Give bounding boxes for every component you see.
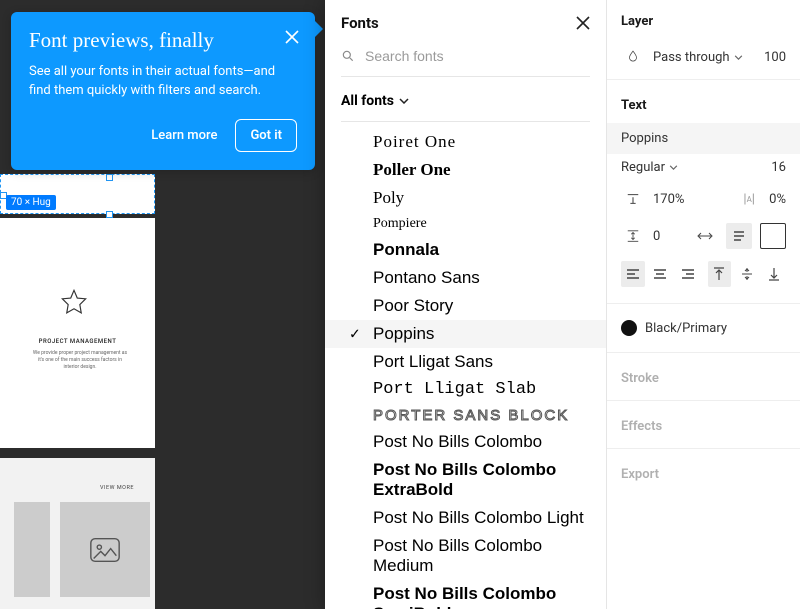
fonts-panel: Fonts All fonts Poiret OnePoller OnePoly…: [325, 0, 606, 609]
font-item[interactable]: Port Lligat Sans: [325, 348, 606, 376]
export-section-title[interactable]: Export: [607, 453, 800, 492]
font-list[interactable]: Poiret OnePoller OnePolyPompierePonnalaP…: [325, 122, 606, 609]
learn-more-link[interactable]: Learn more: [151, 128, 217, 143]
fill-color-name: Black/Primary: [645, 321, 727, 336]
auto-height-button[interactable]: [726, 223, 752, 249]
font-weight-dropdown[interactable]: Regular: [621, 160, 678, 175]
font-filter-dropdown[interactable]: All fonts: [341, 93, 590, 122]
search-fonts-input[interactable]: [365, 48, 590, 64]
chevron-down-icon: [734, 55, 743, 60]
paragraph-spacing-icon: [621, 224, 645, 248]
blend-mode-icon: [621, 45, 645, 69]
font-item[interactable]: Pontano Sans: [325, 264, 606, 292]
font-item[interactable]: Pompiere: [325, 212, 606, 236]
chevron-down-icon: [399, 98, 409, 104]
tooltip-title: Font previews, finally: [29, 28, 297, 53]
font-item[interactable]: Poor Story: [325, 292, 606, 320]
font-item[interactable]: Post No Bills Colombo Medium: [325, 532, 606, 580]
image-card[interactable]: [60, 502, 150, 597]
fixed-size-button[interactable]: [760, 223, 786, 249]
stroke-section-title[interactable]: Stroke: [607, 357, 800, 396]
font-item[interactable]: Post No Bills Colombo Light: [325, 504, 606, 532]
search-icon: [341, 49, 355, 63]
font-item[interactable]: Poppins✓: [325, 320, 606, 348]
filter-label: All fonts: [341, 93, 394, 109]
line-height-input[interactable]: 170%: [653, 192, 684, 207]
font-weight-value: Regular: [621, 160, 665, 175]
feature-tooltip: Font previews, finally See all your font…: [11, 12, 315, 170]
selection-dimensions: 70 × Hug: [6, 195, 56, 210]
blend-mode-dropdown[interactable]: Pass through: [653, 50, 743, 65]
vertical-align-bottom-button[interactable]: [763, 261, 787, 287]
tooltip-arrow: [313, 19, 323, 39]
canvas-text-body: We provide proper project management as …: [30, 350, 130, 371]
line-height-icon: [621, 187, 645, 211]
letter-spacing-icon: |A|: [737, 187, 761, 211]
font-item[interactable]: Port Lligat Slab: [325, 376, 606, 403]
font-item[interactable]: Poly: [325, 184, 606, 212]
selection-handle[interactable]: [106, 211, 113, 218]
font-item[interactable]: Post No Bills Colombo: [325, 428, 606, 456]
effects-section-title[interactable]: Effects: [607, 405, 800, 444]
image-placeholder-icon: [88, 533, 122, 567]
star-icon: [60, 288, 88, 316]
layer-section-title: Layer: [607, 0, 800, 39]
font-item[interactable]: Poller One: [325, 156, 606, 184]
font-family-dropdown[interactable]: Poppins: [607, 123, 800, 154]
blend-mode-value: Pass through: [653, 50, 730, 65]
letter-spacing-input[interactable]: 0%: [769, 192, 786, 207]
opacity-value[interactable]: 100: [764, 50, 786, 65]
font-size-input[interactable]: 16: [771, 160, 786, 175]
chevron-down-icon: [669, 165, 678, 170]
canvas-text-heading: PROJECT MANAGEMENT: [0, 338, 155, 345]
cards-row: [14, 502, 150, 597]
text-align-center-button[interactable]: [649, 261, 673, 287]
font-item[interactable]: Porter Sans Block: [325, 403, 606, 428]
text-section-title: Text: [607, 84, 800, 123]
text-align-left-button[interactable]: [621, 261, 645, 287]
fill-color-chip[interactable]: [621, 320, 637, 336]
font-item[interactable]: Post No Bills Colombo SemiBold: [325, 580, 606, 609]
fonts-panel-title: Fonts: [341, 14, 379, 32]
selection-handle[interactable]: [106, 174, 113, 181]
image-card[interactable]: [14, 502, 50, 597]
vertical-align-top-button[interactable]: [708, 261, 732, 287]
checkmark-icon: ✓: [349, 326, 361, 343]
close-icon[interactable]: [285, 30, 299, 44]
vertical-align-middle-button[interactable]: [735, 261, 759, 287]
paragraph-spacing-input[interactable]: 0: [653, 229, 660, 244]
text-align-right-button[interactable]: [676, 261, 700, 287]
font-item[interactable]: Post No Bills Colombo ExtraBold: [325, 456, 606, 504]
canvas-frame[interactable]: [0, 218, 155, 448]
got-it-button[interactable]: Got it: [235, 119, 297, 152]
properties-panel: Layer Pass through 100 Text Poppins Regu…: [606, 0, 800, 609]
view-more-link[interactable]: VIEW MORE: [100, 485, 134, 491]
tooltip-body: See all your fonts in their actual fonts…: [29, 63, 289, 101]
font-item[interactable]: Ponnala: [325, 236, 606, 264]
font-item[interactable]: Poiret One: [325, 128, 606, 156]
close-icon[interactable]: [576, 16, 590, 30]
auto-width-button[interactable]: [692, 223, 718, 249]
